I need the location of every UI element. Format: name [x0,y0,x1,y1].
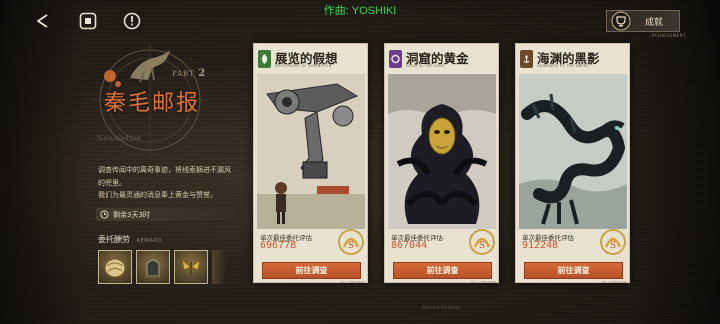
card-illustration-sea-serpent [519,74,627,229]
svg-text:S: S [610,241,616,251]
svg-text:S: S [479,241,485,251]
case-card-abyss[interactable]: 海渊的黑影 DARKNESS OF THE ABYSS 单次最佳委托评估 912… [515,43,630,284]
reward-item[interactable] [136,250,170,284]
top-bar: 作曲: YOSHIKI 成就 ACHIEVEMENT [0,0,720,40]
clock-icon [100,210,109,219]
card-illustration-mech-arm [257,74,365,229]
melon-icon [104,258,126,278]
swirl-icon [391,54,400,64]
card-subtitle: HYPOTHESIS OF EXHIBITION [275,64,332,68]
reward-subtitle: REWARD [136,238,162,244]
trophy-icon [611,11,631,31]
anchor-icon [523,55,530,64]
card-emblem [520,50,533,68]
issue-tag: PART 2 [172,68,206,79]
grade-badge-icon: S [338,229,364,255]
best-score-value: 867044 [391,240,428,251]
card-illustration-gold-mask [388,74,496,229]
reward-item[interactable] [98,250,132,284]
bulletin-title: 秦毛邮报 [104,91,201,116]
achievement-button[interactable]: 成就 [606,10,680,32]
card-subtitle: DARKNESS OF THE ABYSS [537,64,589,68]
reward-list [98,250,226,284]
best-score-value: 912248 [522,240,559,251]
card-footer: NO. 2 TREASURE [471,280,497,284]
bell-jar-icon [145,259,161,278]
card-subtitle: GOLD IN THE CAVE [406,64,445,68]
card-header: 洞窟的黄金 GOLD IN THE CAVE [388,48,498,72]
card-footer: NO. 1 TREASURE [340,280,366,284]
achievement-sublabel: ACHIEVEMENT [651,33,686,38]
card-emblem [258,50,271,68]
card-header: 展览的假想 HYPOTHESIS OF EXHIBITION [257,48,367,72]
grade-badge-icon: S [600,229,626,255]
card-header: 海渊的黑影 DARKNESS OF THE ABYSS [519,48,629,72]
lizard-illustration [130,50,170,83]
reward-item[interactable] [174,250,208,284]
achievement-label: 成就 [645,17,664,28]
leaf-icon [261,54,268,64]
more-rewards-indicator[interactable] [212,250,226,284]
case-card-exhibition[interactable]: 展览的假想 HYPOTHESIS OF EXHIBITION 单次最佳委托评估 … [253,43,368,284]
investigate-button[interactable]: 前往调查 [393,262,492,279]
timer-text: 剩余3天3时 [113,210,150,219]
grade-badge-icon: S [469,229,495,255]
bulletin-signature: Moss's Bulletin [422,305,461,311]
case-card-cave-gold[interactable]: 洞窟的黄金 GOLD IN THE CAVE 单次最佳委托评估 867044 S… [384,43,499,284]
time-remaining: 剩余3天3时 [96,208,236,221]
issue-number: 2 [198,68,207,79]
gold-moth-icon [181,258,201,274]
newsletter-label: Newsletter [96,134,141,143]
reward-heading: 委托酬劳 REWARD [98,234,162,245]
issue-label: PART [172,70,195,78]
investigate-button[interactable]: 前往调查 [524,262,623,279]
card-footer: NO. 3 TREASURE [602,280,628,284]
bulletin-description: 调查传闻中的离奇事迹，将线索摘进不漏风的兜里。 我们为最灵通的消息奉上黄金与赞誉… [98,166,231,199]
investigate-button[interactable]: 前往调查 [262,262,361,279]
reward-title: 委托酬劳 [98,235,130,244]
card-emblem [389,50,402,68]
best-score-value: 696778 [260,240,297,251]
bulletin-panel: PART 2 秦毛邮报 Newsletter 调查传闻中的离奇事迹，将线索摘进不… [88,38,236,308]
svg-text:S: S [348,241,354,251]
